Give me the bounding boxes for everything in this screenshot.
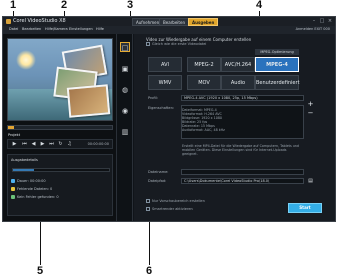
browse-folder-icon[interactable]: ▤ bbox=[307, 178, 314, 185]
same-as-first-video-label: Gleich wie die erste Videodatei bbox=[152, 42, 207, 46]
smart-render-label: Smartrender aktivieren bbox=[152, 207, 193, 211]
previous-frame-icon[interactable]: ◀ bbox=[30, 141, 37, 148]
info-errors: Kein Fehler gefunden: 0 bbox=[17, 195, 59, 199]
property-line: Audioformat: AAC, 48 kHz bbox=[182, 128, 225, 132]
info-dot-1 bbox=[11, 179, 15, 183]
preview-timeline[interactable] bbox=[7, 125, 113, 130]
filename-input[interactable] bbox=[181, 169, 304, 175]
start-icon[interactable]: ⏮ bbox=[21, 141, 28, 148]
same-as-first-video-option[interactable]: Gleich wie die erste Videodatei bbox=[146, 42, 206, 46]
playback-controls: ▶ ⏮ ◀ ▶ ⏭ ↻ ♫ 00:00:00:00 bbox=[7, 139, 113, 149]
callout-6: 6 bbox=[146, 265, 153, 277]
callout-1: 1 bbox=[10, 0, 17, 11]
menu-bar: Datei Bearbeiten Hilfe/Kamera Einstellun… bbox=[3, 26, 335, 34]
format-avc-h264[interactable]: AVC/H.264 bbox=[221, 57, 255, 72]
output-category-sidebar: □ ▣ ◍ ◉ ▥ bbox=[117, 34, 133, 221]
app-logo-icon bbox=[6, 19, 11, 24]
tab-share[interactable]: Ausgeben bbox=[188, 18, 219, 26]
format-mov[interactable]: MOV bbox=[187, 75, 221, 90]
menu-settings[interactable]: Einstellungen bbox=[69, 27, 93, 31]
info-dot-2 bbox=[11, 187, 15, 191]
mpeg-optimizer-label[interactable]: MPEG-Optimierung bbox=[255, 49, 299, 55]
format-wmv[interactable]: WMV bbox=[148, 75, 182, 90]
smart-render-option[interactable]: Smartrender aktivieren bbox=[146, 207, 193, 211]
preview-panel: Projekt ▶ ⏮ ◀ ▶ ⏭ ↻ ♫ 00:00:00:00 Ausgab… bbox=[3, 34, 117, 221]
info-missing-files: Fehlende Dateien: 0 bbox=[17, 187, 53, 191]
timeline-fill bbox=[8, 126, 15, 129]
callout-4: 4 bbox=[256, 0, 263, 11]
profile-label: Profil: bbox=[148, 96, 158, 100]
sun-glow bbox=[16, 50, 36, 70]
location-input[interactable]: C:\Users\Dokumente\Corel VideoStudio Pro… bbox=[181, 178, 304, 184]
format-note: Erstellt eine MP4-Datei für die Wiederga… bbox=[182, 144, 299, 156]
add-profile-icon[interactable]: + bbox=[307, 101, 314, 108]
disc-icon[interactable]: ◉ bbox=[120, 105, 130, 115]
format-custom[interactable]: Benutzerdefiniert bbox=[255, 75, 300, 90]
volume-icon[interactable]: ♫ bbox=[66, 141, 73, 148]
info-dot-3 bbox=[11, 195, 15, 199]
location-label: Dateipfad: bbox=[148, 179, 167, 183]
properties-label: Eigenschaften: bbox=[148, 106, 174, 110]
player-label: Projekt bbox=[8, 133, 21, 137]
next-frame-icon[interactable]: ▶ bbox=[39, 141, 46, 148]
profile-dropdown[interactable]: MPEG-4 AVC (1920 x 1080, 25p, 15 Mbps) bbox=[181, 95, 304, 101]
maximize-icon[interactable]: □ bbox=[319, 18, 325, 24]
format-avi[interactable]: AVI bbox=[148, 57, 182, 72]
callout-5: 5 bbox=[37, 265, 44, 277]
format-audio[interactable]: Audio bbox=[221, 75, 255, 90]
minimize-icon[interactable]: – bbox=[311, 18, 317, 24]
web-icon[interactable]: ◍ bbox=[120, 84, 130, 94]
preview-only-checkbox[interactable] bbox=[146, 199, 150, 203]
menu-tools[interactable]: Hilfe/Kamera bbox=[45, 27, 68, 31]
menu-edit[interactable]: Bearbeiten bbox=[22, 27, 41, 31]
close-icon[interactable]: × bbox=[327, 18, 333, 24]
application-window: Corel VideoStudio X8 – □ × Datei Bearbei… bbox=[2, 16, 336, 222]
account-status[interactable]: Anmelden EXIT 000 bbox=[296, 27, 330, 31]
smart-render-checkbox[interactable] bbox=[146, 207, 150, 211]
preview-screen bbox=[7, 38, 113, 121]
remove-profile-icon[interactable]: − bbox=[307, 110, 314, 117]
window-title: Corel VideoStudio X8 bbox=[13, 18, 66, 24]
render-progress-fill bbox=[13, 169, 35, 171]
tab-edit[interactable]: Bearbeiten bbox=[159, 18, 189, 26]
render-info-title: Ausgabedetails bbox=[11, 158, 38, 162]
render-progress-bar bbox=[12, 168, 110, 172]
render-info-box: Ausgabedetails Dauer: 00:00:00 Fehlende … bbox=[7, 154, 113, 216]
callout-3: 3 bbox=[127, 0, 134, 11]
computer-icon[interactable]: □ bbox=[120, 42, 130, 52]
info-duration: Dauer: 00:00:00 bbox=[17, 179, 46, 183]
properties-text: Dateiformat: MPEG-4 Videoformat: H.264 A… bbox=[182, 108, 300, 132]
play-icon[interactable]: ▶ bbox=[11, 141, 18, 148]
format-mpeg4[interactable]: MPEG-4 bbox=[255, 57, 299, 72]
repeat-icon[interactable]: ↻ bbox=[57, 141, 64, 148]
device-icon[interactable]: ▣ bbox=[120, 63, 130, 73]
same-as-first-video-checkbox[interactable] bbox=[146, 42, 150, 46]
output-settings-panel: Video zur Wiedergabe auf einem Computer … bbox=[134, 34, 335, 221]
format-mpeg2[interactable]: MPEG-2 bbox=[187, 57, 221, 72]
timecode: 00:00:00:00 bbox=[87, 142, 109, 146]
preview-only-option[interactable]: Nur Vorschaubereich erstellen bbox=[146, 199, 205, 203]
menu-help[interactable]: Hilfe bbox=[96, 27, 104, 31]
callout-2: 2 bbox=[61, 0, 68, 11]
photo-frame-3 bbox=[66, 84, 111, 118]
3d-icon[interactable]: ▥ bbox=[120, 126, 130, 136]
start-button[interactable]: Start bbox=[288, 203, 322, 213]
filename-label: Dateiname: bbox=[148, 170, 169, 174]
menu-file[interactable]: Datei bbox=[9, 27, 18, 31]
end-icon[interactable]: ⏭ bbox=[48, 141, 55, 148]
preview-only-label: Nur Vorschaubereich erstellen bbox=[152, 199, 205, 203]
